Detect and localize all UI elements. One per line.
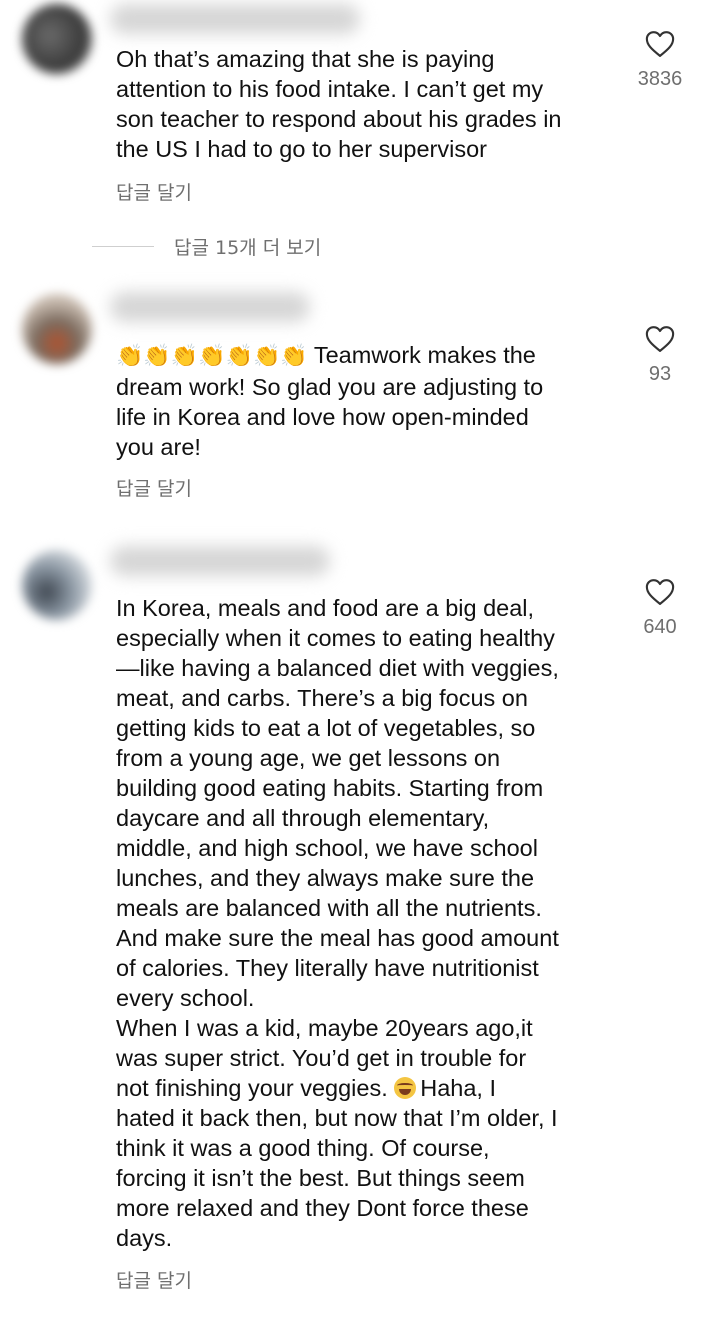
username-redacted[interactable] (110, 546, 330, 576)
comment-text: In Korea, meals and food are a big deal,… (116, 593, 616, 1253)
view-more-replies-label: 답글 15개 더 보기 (174, 236, 322, 259)
like-count: 3836 (637, 68, 683, 90)
view-more-replies-button[interactable]: 답글 15개 더 보기 (92, 232, 321, 260)
comment-text-part-1: In Korea, meals and food are a big deal,… (116, 595, 559, 1101)
like-count: 640 (643, 616, 677, 638)
like-column: 93 (628, 325, 692, 386)
comment-item: In Korea, meals and food are a big deal,… (0, 540, 712, 1300)
avatar[interactable] (22, 4, 92, 74)
clapping-hands-emoji: 👏👏👏👏👏👏👏 (116, 344, 308, 369)
heart-outline-icon[interactable] (645, 325, 675, 353)
reply-button[interactable]: 답글 달기 (116, 1266, 192, 1293)
heart-outline-icon[interactable] (645, 30, 675, 58)
avatar[interactable] (22, 550, 92, 620)
comment-item: 👏👏👏👏👏👏👏 Teamwork makes the dream work! S… (0, 290, 712, 520)
comment-text: 👏👏👏👏👏👏👏 Teamwork makes the dream work! S… (116, 340, 616, 462)
divider-line (92, 245, 154, 247)
username-redacted[interactable] (110, 292, 310, 322)
heart-outline-icon[interactable] (645, 578, 675, 606)
like-column: 640 (628, 578, 692, 639)
avatar[interactable] (22, 294, 92, 364)
username-redacted[interactable] (110, 4, 360, 34)
comment-item: Oh that’s amazing that she is paying att… (0, 0, 712, 220)
like-column: 3836 (628, 30, 692, 91)
comment-text-part-2: Haha, I hated it back then, but now that… (116, 1075, 558, 1251)
reply-button[interactable]: 답글 달기 (116, 474, 192, 501)
reply-button[interactable]: 답글 달기 (116, 178, 192, 205)
like-count: 93 (648, 363, 672, 385)
comment-text: Oh that’s amazing that she is paying att… (116, 46, 562, 162)
tears-of-joy-emoji (394, 1077, 417, 1099)
